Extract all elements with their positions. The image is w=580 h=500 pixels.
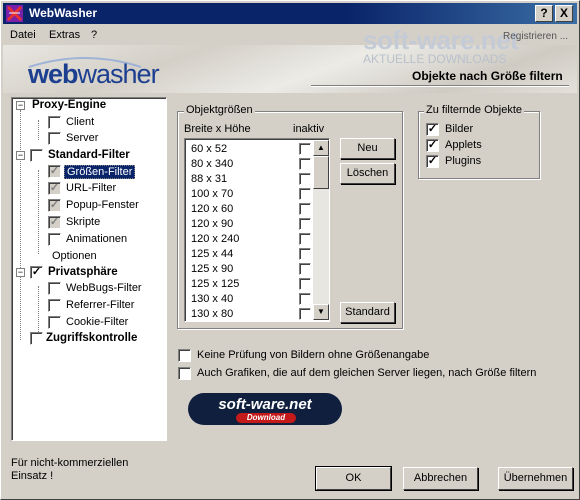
object-sizes-group-title: Objektgrößen bbox=[184, 104, 255, 116]
scroll-thumb[interactable] bbox=[313, 156, 329, 189]
inactive-checkbox[interactable] bbox=[299, 248, 311, 260]
inactive-checkbox[interactable] bbox=[299, 218, 311, 230]
privatsphaere-checkbox[interactable]: ✓ bbox=[30, 266, 43, 279]
inactive-checkbox[interactable] bbox=[299, 263, 311, 275]
navigation-tree[interactable]: − Proxy-Engine Client Server − Standard-… bbox=[11, 97, 167, 441]
standard-filter-checkbox[interactable] bbox=[30, 149, 43, 162]
list-item[interactable]: 125 x 90 bbox=[189, 262, 313, 277]
inactive-checkbox[interactable] bbox=[299, 233, 311, 245]
client-checkbox[interactable] bbox=[48, 116, 61, 129]
groessen-filter-checkbox[interactable]: ✓ bbox=[48, 165, 61, 178]
url-filter-checkbox[interactable]: ✓ bbox=[48, 182, 61, 195]
popup-fenster-checkbox[interactable]: ✓ bbox=[48, 199, 61, 212]
images-checkbox[interactable]: ✓ bbox=[426, 123, 439, 136]
size-value: 100 x 70 bbox=[191, 188, 234, 200]
animationen-checkbox[interactable] bbox=[48, 233, 61, 246]
menu-datei[interactable]: Datei bbox=[10, 29, 36, 41]
cancel-button[interactable]: Abbrechen bbox=[403, 467, 478, 490]
list-item[interactable]: 88 x 31 bbox=[189, 172, 313, 187]
register-link[interactable]: Registrieren ... bbox=[503, 31, 568, 42]
scroll-up-icon[interactable]: ▲ bbox=[313, 140, 329, 156]
size-value: 130 x 80 bbox=[191, 308, 234, 320]
webbugs-filter-checkbox[interactable] bbox=[48, 282, 61, 295]
plugins-checkbox[interactable]: ✓ bbox=[426, 155, 439, 168]
license-note: Für nicht-kommerziellen Einsatz ! bbox=[11, 457, 129, 482]
sizes-scrollbar[interactable]: ▲ ▼ bbox=[313, 140, 329, 320]
inactive-checkbox[interactable] bbox=[299, 173, 311, 185]
size-value: 130 x 40 bbox=[191, 293, 234, 305]
list-item[interactable]: 60 x 52 bbox=[189, 142, 313, 157]
close-title-button[interactable]: X bbox=[555, 5, 573, 22]
inactive-checkbox[interactable] bbox=[299, 278, 311, 290]
inactive-checkbox[interactable] bbox=[299, 143, 311, 155]
column-header-inactive: inaktiv bbox=[293, 123, 325, 135]
inactive-checkbox[interactable] bbox=[299, 203, 311, 215]
watermark-subtext: AKTUELLE DOWNLOADS bbox=[363, 52, 507, 66]
skripte-checkbox[interactable]: ✓ bbox=[48, 216, 61, 229]
list-item[interactable]: 130 x 80 bbox=[189, 307, 313, 321]
tree-line bbox=[38, 170, 39, 254]
window-title: WebWasher bbox=[29, 6, 98, 20]
column-header-size: Breite x Höhe bbox=[184, 123, 251, 135]
same-server-checkbox[interactable] bbox=[178, 367, 191, 380]
collapse-icon[interactable]: − bbox=[16, 151, 25, 160]
apply-button[interactable]: Übernehmen bbox=[498, 467, 573, 490]
inactive-checkbox[interactable] bbox=[299, 158, 311, 170]
applets-checkbox[interactable]: ✓ bbox=[426, 139, 439, 152]
server-checkbox[interactable] bbox=[48, 132, 61, 145]
menu-help[interactable]: ? bbox=[91, 29, 97, 41]
tree-line bbox=[38, 286, 39, 338]
sizes-listbox[interactable]: 60 x 52 80 x 340 88 x 31 100 x 70 120 x 60 12… bbox=[184, 138, 330, 322]
title-bar[interactable]: WebWasher ? X bbox=[3, 3, 577, 24]
standard-button[interactable]: Standard bbox=[340, 302, 395, 323]
ok-button[interactable]: OK bbox=[315, 466, 392, 491]
inactive-checkbox[interactable] bbox=[299, 188, 311, 200]
collapse-icon[interactable]: − bbox=[16, 268, 25, 277]
size-value: 120 x 240 bbox=[191, 233, 240, 245]
list-item[interactable]: 120 x 90 bbox=[189, 217, 313, 232]
size-value: 120 x 90 bbox=[191, 218, 234, 230]
logo-washer-text: washer bbox=[77, 59, 160, 89]
webwasher-logo: webwasher bbox=[28, 59, 160, 90]
list-item[interactable]: 120 x 60 bbox=[189, 202, 313, 217]
main-window: WebWasher ? X Datei Extras ? soft-ware.n… bbox=[0, 0, 580, 500]
list-item[interactable]: 80 x 340 bbox=[189, 157, 313, 172]
referrer-filter-checkbox[interactable] bbox=[48, 299, 61, 312]
inactive-checkbox[interactable] bbox=[299, 308, 311, 320]
list-item[interactable]: 125 x 125 bbox=[189, 277, 313, 292]
cookie-filter-checkbox[interactable] bbox=[48, 316, 61, 329]
logo-web-text: web bbox=[28, 59, 79, 89]
size-value: 88 x 31 bbox=[191, 173, 228, 185]
tree-line bbox=[20, 110, 21, 340]
webwasher-app-icon bbox=[6, 5, 23, 22]
delete-button[interactable]: Löschen bbox=[340, 163, 395, 184]
size-value: 125 x 44 bbox=[191, 248, 234, 260]
list-item[interactable]: 130 x 40 bbox=[189, 292, 313, 307]
list-item[interactable]: 125 x 44 bbox=[189, 247, 313, 262]
menu-extras[interactable]: Extras bbox=[49, 29, 80, 41]
page-heading: Objekte nach Größe filtern bbox=[412, 69, 563, 83]
inactive-checkbox[interactable] bbox=[299, 293, 311, 305]
filter-objects-group-title: Zu filternde Objekte bbox=[424, 104, 524, 116]
heading-divider bbox=[311, 85, 569, 87]
softwarenet-download-badge[interactable]: soft-ware.net Download bbox=[188, 393, 342, 425]
size-value: 120 x 60 bbox=[191, 203, 234, 215]
collapse-icon[interactable]: − bbox=[16, 101, 25, 110]
size-value: 80 x 340 bbox=[191, 158, 234, 170]
list-item[interactable]: 100 x 70 bbox=[189, 187, 313, 202]
no-check-unsized-checkbox[interactable] bbox=[178, 349, 191, 362]
list-item[interactable]: 120 x 240 bbox=[189, 232, 313, 247]
help-title-button[interactable]: ? bbox=[535, 5, 553, 22]
zugriffskontrolle-checkbox[interactable] bbox=[30, 332, 43, 345]
tree-line bbox=[38, 120, 39, 140]
size-value: 125 x 90 bbox=[191, 263, 234, 275]
size-value: 60 x 52 bbox=[191, 143, 228, 155]
new-button[interactable]: Neu bbox=[340, 138, 395, 159]
size-value: 125 x 125 bbox=[191, 278, 240, 290]
scroll-down-icon[interactable]: ▼ bbox=[313, 304, 329, 320]
